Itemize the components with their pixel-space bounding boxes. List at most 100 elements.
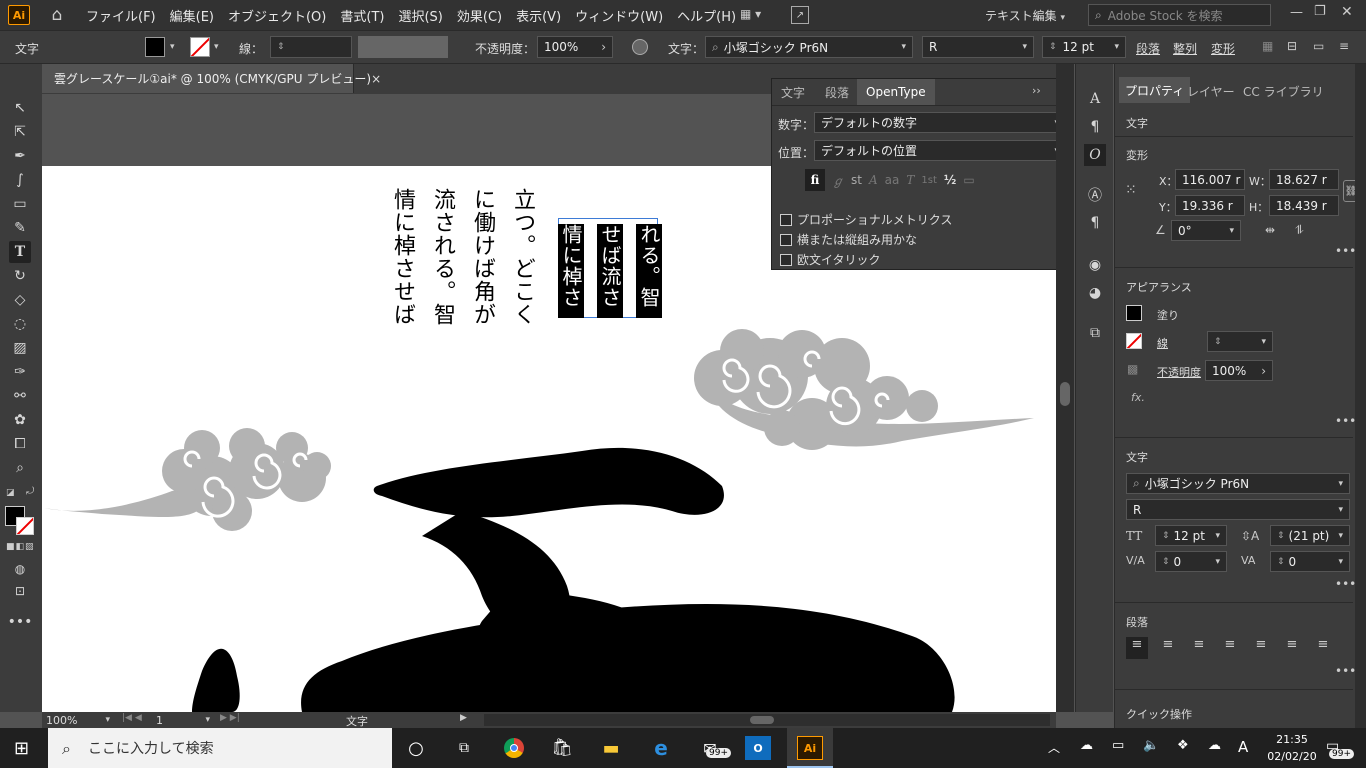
direct-selection-tool-icon[interactable]: ⇱ <box>9 121 31 143</box>
artboard-tool-icon[interactable]: ⧠ <box>9 433 31 455</box>
selection-tool-icon[interactable]: ↖ <box>9 97 31 119</box>
transform-button[interactable]: 変形 <box>1211 40 1235 57</box>
fill-swatch[interactable] <box>145 37 165 57</box>
last-page-icon[interactable]: ▶ ▶| <box>220 713 240 723</box>
arrange-documents-icon[interactable]: ▦ ▾ <box>740 7 776 23</box>
fractions-button[interactable]: ½ <box>944 173 956 187</box>
screen-mode-icon[interactable]: ⊡ <box>9 580 31 602</box>
titling-alternates-button[interactable]: T <box>906 173 914 187</box>
align-icon[interactable]: ▦ <box>1262 39 1273 53</box>
layers-panel-icon[interactable]: ⧉ <box>1084 322 1106 344</box>
paintbrush-tool-icon[interactable]: ✎ <box>9 217 31 239</box>
menu-file[interactable]: ファイル(F) <box>86 6 156 25</box>
stroke-dropdown-icon[interactable]: ▾ <box>214 42 219 52</box>
minimize-button[interactable]: — <box>1290 5 1303 20</box>
properties-scrollbar[interactable] <box>1355 64 1366 728</box>
curvature-tool-icon[interactable]: ∫ <box>9 169 31 191</box>
pen-tool-icon[interactable]: ✒ <box>9 145 31 167</box>
chrome-icon[interactable] <box>501 736 527 760</box>
document-tab[interactable]: 雲グレースケール①ai* @ 100% (CMYK/GPU プレビュー) × <box>42 64 381 93</box>
roman-italics-checkbox[interactable] <box>780 253 792 266</box>
paragraph-button[interactable]: 段落 <box>1136 40 1160 57</box>
menu-effect[interactable]: 効果(C) <box>457 6 502 25</box>
swap-colors-icon[interactable]: ⤾ <box>26 486 34 497</box>
appearance-opacity-field[interactable]: 100% › <box>1205 360 1273 381</box>
angle-field[interactable]: 0° ▾ <box>1171 220 1241 241</box>
justify-left-icon[interactable]: ≡ <box>1219 637 1241 659</box>
align-right-icon[interactable]: ≡ <box>1188 637 1210 659</box>
default-colors-icon[interactable]: ◪ <box>6 488 15 498</box>
menu-view[interactable]: 表示(V) <box>516 6 561 25</box>
home-icon[interactable]: ⌂ <box>46 4 68 26</box>
fx-button[interactable]: fx. <box>1131 391 1145 404</box>
outlook-icon[interactable]: O <box>745 736 771 760</box>
props-font-family-field[interactable]: ⌕ 小塚ゴシック Pr6N ▾ <box>1126 473 1350 494</box>
windows-start-icon[interactable]: ⊞ <box>14 738 29 759</box>
flip-horizontal-icon[interactable]: ⇹ <box>1265 223 1275 237</box>
symbol-sprayer-tool-icon[interactable]: ✿ <box>9 409 31 431</box>
align-button[interactable]: 整列 <box>1173 40 1197 57</box>
tab-paragraph[interactable]: 段落 <box>816 79 858 105</box>
panel-collapse-icon[interactable]: ›› <box>1032 84 1041 97</box>
proportional-metrics-checkbox[interactable] <box>780 213 792 226</box>
cortana-icon[interactable]: ○ <box>403 736 429 760</box>
character-more-icon[interactable]: ••• <box>1335 577 1356 591</box>
stylistic-alternates-button[interactable]: aa <box>885 173 900 187</box>
arrange-icon[interactable]: ▭ <box>1313 39 1324 53</box>
rectangle-tool-icon[interactable]: ▭ <box>9 193 31 215</box>
paragraph-styles-icon[interactable]: ¶ <box>1084 212 1106 234</box>
props-font-style-field[interactable]: R ▾ <box>1126 499 1350 520</box>
font-style-field[interactable]: R ▾ <box>922 36 1034 58</box>
blend-tool-icon[interactable]: ⚯ <box>9 385 31 407</box>
h-field[interactable]: 18.439 r <box>1269 195 1339 216</box>
clock-time[interactable]: 21:35 <box>1266 733 1318 746</box>
y-field[interactable]: 19.336 r <box>1175 195 1245 216</box>
vertical-scrollbar[interactable] <box>1056 64 1074 712</box>
variable-width-profile[interactable] <box>358 36 448 58</box>
creative-cloud-icon[interactable]: ☁ <box>1208 738 1221 753</box>
appearance-stroke-field[interactable]: ⇕ ▾ <box>1207 331 1273 352</box>
stock-search[interactable]: ⌕ Adobe Stock を検索 <box>1088 4 1271 26</box>
ligatures-button[interactable]: fi <box>805 169 825 191</box>
draw-mode-icon[interactable]: ◍ <box>9 558 31 580</box>
color-mode-icons[interactable]: ■◧▨ <box>6 542 35 552</box>
font-size-field[interactable]: ⇕ 12 pt ▾ <box>1042 36 1126 58</box>
task-view-icon[interactable]: ⧉ <box>451 736 477 760</box>
w-field[interactable]: 18.627 r <box>1269 169 1339 190</box>
dropbox-icon[interactable]: ❖ <box>1177 738 1189 753</box>
paragraph-more-icon[interactable]: ••• <box>1335 664 1356 678</box>
onedrive-icon[interactable]: ☁ <box>1080 738 1093 753</box>
character-panel-icon[interactable]: A <box>1084 88 1106 110</box>
stroke-color-box[interactable] <box>16 517 34 535</box>
menu-window[interactable]: ウィンドウ(W) <box>575 6 663 25</box>
tab-layers[interactable]: レイヤー <box>1187 83 1235 100</box>
recolor-icon[interactable] <box>632 39 648 55</box>
tab-opentype[interactable]: OpenType <box>857 79 935 105</box>
position-select[interactable]: デフォルトの位置▾ <box>814 140 1066 161</box>
transform-more-icon[interactable]: ••• <box>1335 244 1356 258</box>
opacity-field[interactable]: 100% › <box>537 36 613 58</box>
isolate-icon[interactable]: ⊟ <box>1287 39 1297 53</box>
align-center-icon[interactable]: ≡ <box>1157 637 1179 659</box>
first-page-icon[interactable]: |◀ ◀ <box>122 713 142 723</box>
justify-right-icon[interactable]: ≡ <box>1281 637 1303 659</box>
edge-icon[interactable]: e <box>648 736 674 760</box>
warp-tool-icon[interactable]: ◌ <box>9 313 31 335</box>
stroke-swatch[interactable] <box>190 37 210 57</box>
props-kerning-field[interactable]: ⇕ 0 ▾ <box>1155 551 1227 572</box>
menu-object[interactable]: オブジェクト(O) <box>228 6 326 25</box>
publish-icon[interactable]: ↗ <box>791 6 809 24</box>
appearance-more-icon[interactable]: ••• <box>1335 414 1356 428</box>
workspace-switcher[interactable]: テキスト編集 ▾ <box>985 7 1065 24</box>
flip-vertical-icon[interactable]: ⥮ <box>1295 223 1304 238</box>
taskbar-search[interactable]: ここに入力して検索 <box>48 728 392 768</box>
ime-indicator[interactable]: A <box>1238 738 1248 756</box>
volume-icon[interactable]: 🔈 <box>1143 738 1159 753</box>
align-left-icon[interactable]: ≡ <box>1126 637 1148 659</box>
appearance-panel-icon[interactable]: ◉ <box>1084 254 1106 276</box>
horizontal-scrollbar[interactable] <box>484 714 1050 726</box>
control-menu-icon[interactable]: ≡ <box>1339 39 1349 53</box>
x-field[interactable]: 116.007 r <box>1175 169 1245 190</box>
status-menu-icon[interactable]: ▶ <box>460 713 467 723</box>
kana-checkbox[interactable] <box>780 233 792 246</box>
